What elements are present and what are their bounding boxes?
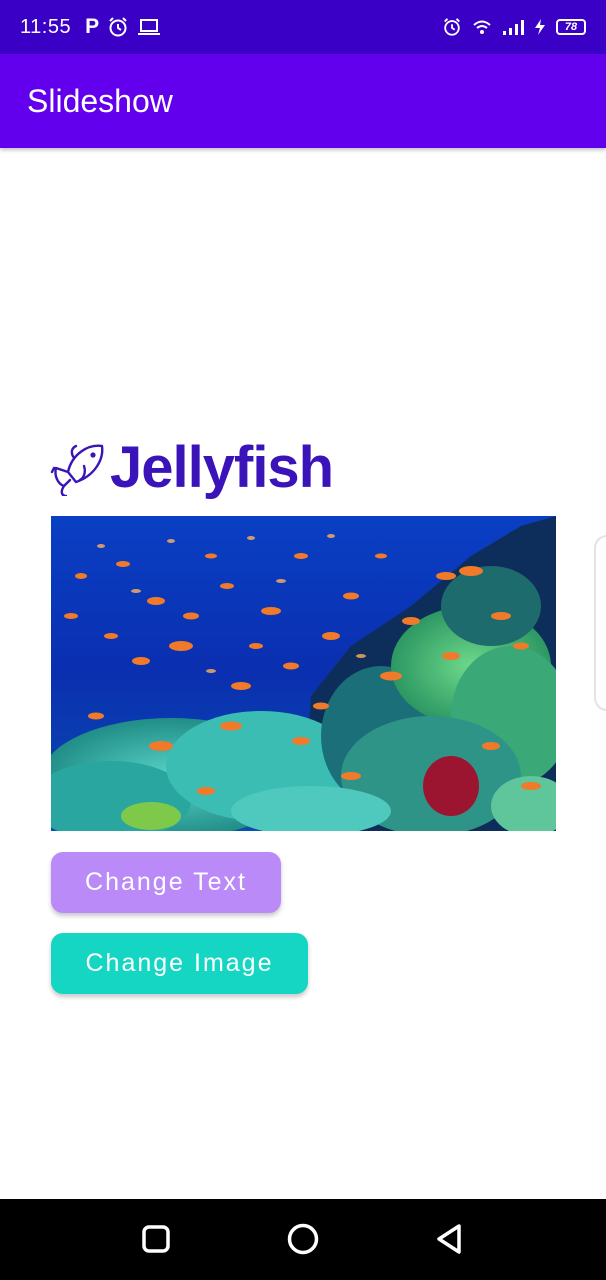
battery-level: 78 xyxy=(564,21,578,33)
navigation-bar xyxy=(0,1199,606,1280)
app-bar: Slideshow xyxy=(0,54,606,148)
wifi-icon xyxy=(473,20,491,34)
charging-icon xyxy=(535,19,545,35)
slide-heading: Jellyfish xyxy=(50,432,334,502)
app-title: Slideshow xyxy=(27,82,173,119)
status-bar: 11:55 P 78 xyxy=(0,0,606,54)
parking-icon: P xyxy=(85,15,100,38)
battery-indicator: 78 xyxy=(556,19,586,35)
slide-image xyxy=(51,516,556,831)
laptop-icon xyxy=(138,19,161,35)
home-icon[interactable] xyxy=(285,1221,321,1257)
alarm-icon xyxy=(444,18,460,36)
signal-icon xyxy=(503,20,524,35)
change-image-button[interactable]: Change Image xyxy=(51,933,308,994)
slide-title: Jellyfish xyxy=(110,434,334,500)
fish-icon xyxy=(50,444,104,496)
status-right-icons: 78 xyxy=(442,17,586,37)
status-left-icons: P xyxy=(85,15,161,39)
coral-reef-image xyxy=(51,516,556,831)
edge-panel-handle[interactable] xyxy=(594,535,606,711)
back-icon[interactable] xyxy=(432,1221,468,1257)
change-text-button[interactable]: Change Text xyxy=(51,852,281,913)
alarm-icon xyxy=(109,17,127,37)
recents-icon[interactable] xyxy=(138,1221,174,1257)
status-time: 11:55 xyxy=(20,15,72,38)
